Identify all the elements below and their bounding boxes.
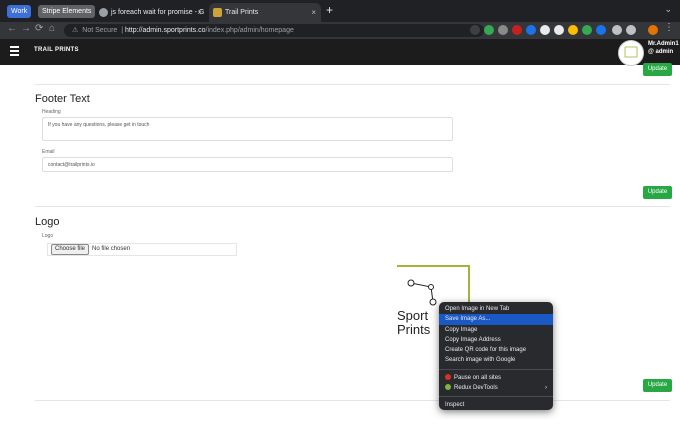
extension-icon[interactable] xyxy=(582,25,592,35)
share-icon[interactable] xyxy=(470,25,480,35)
app-brand: TRAIL PRINTS xyxy=(34,47,79,53)
close-icon[interactable]: × xyxy=(197,3,202,22)
stop-icon xyxy=(445,373,451,380)
update-button[interactable]: Update xyxy=(643,379,672,392)
menu-item-search-google[interactable]: Search image with Google xyxy=(439,355,553,365)
user-name: Mr.Admin1 xyxy=(648,41,679,47)
heading-textarea[interactable]: If you have any questions, please get in… xyxy=(42,117,453,141)
context-menu: Open Image in New Tab Save Image As... C… xyxy=(439,302,553,410)
home-icon[interactable]: ⌂ xyxy=(49,23,55,34)
app-header: TRAIL PRINTS xyxy=(0,39,680,65)
google-favicon-icon xyxy=(99,8,108,17)
forward-icon[interactable]: → xyxy=(21,23,31,34)
email-label: Email xyxy=(42,149,55,155)
sidebar-icon[interactable] xyxy=(626,25,636,35)
browser-menu-icon[interactable]: ⋮ xyxy=(664,22,674,33)
divider xyxy=(35,206,670,207)
logo-preview-image[interactable]: Sport Prints xyxy=(397,309,430,337)
user-handle: @ admin xyxy=(648,49,674,55)
tab-group-stripe-elements[interactable]: Stripe Elements xyxy=(38,5,96,18)
heading-label: Heading xyxy=(42,109,61,115)
menu-item-save-image[interactable]: Save Image As... xyxy=(439,314,553,325)
puzzle-icon[interactable] xyxy=(612,25,622,35)
tab-group-work[interactable]: Work xyxy=(7,5,32,18)
new-tab-button[interactable]: + xyxy=(326,3,333,17)
browser-tab-strip: Work Stripe Elements js foreach wait for… xyxy=(0,0,680,22)
security-status: Not Secure xyxy=(82,27,118,34)
section-title-footer: Footer Text xyxy=(35,93,90,105)
menu-item-create-qr[interactable]: Create QR code for this image xyxy=(439,345,553,355)
profile-avatar-icon[interactable] xyxy=(648,25,658,35)
email-input[interactable]: contact@trailprints.io xyxy=(42,157,453,172)
extension-icon[interactable] xyxy=(498,25,508,35)
tab-title: Trail Prints xyxy=(225,9,259,16)
menu-item-pause-sites[interactable]: Pause on all sites xyxy=(439,373,553,383)
redux-icon xyxy=(445,384,451,391)
logo-label: Logo xyxy=(42,233,54,239)
menu-icon[interactable] xyxy=(10,46,19,58)
menu-item-redux-devtools[interactable]: Redux DevTools › xyxy=(439,383,553,393)
extension-icon[interactable] xyxy=(540,25,550,35)
menu-separator xyxy=(439,396,553,398)
back-icon[interactable]: ← xyxy=(7,23,17,34)
tab-title: js foreach wait for promise - G xyxy=(111,9,205,16)
file-status: No file chosen xyxy=(92,246,131,252)
menu-separator xyxy=(439,368,553,370)
warning-icon[interactable]: ⚠ xyxy=(72,27,78,34)
extension-icon[interactable] xyxy=(554,25,564,35)
menu-item-copy-image[interactable]: Copy Image xyxy=(439,325,553,335)
menu-item-open-image[interactable]: Open Image in New Tab xyxy=(439,304,553,314)
tab-foreach-search[interactable]: js foreach wait for promise - G × xyxy=(95,3,207,22)
section-title-logo: Logo xyxy=(35,216,60,228)
extension-icon[interactable] xyxy=(596,25,606,35)
divider xyxy=(35,84,670,85)
update-button[interactable]: Update xyxy=(643,186,672,199)
reload-icon[interactable]: ⟳ xyxy=(35,23,43,34)
address-bar[interactable]: ⚠ Not Secure | http://admin.sportprints.c… xyxy=(64,24,484,37)
logo-line-1: Sport xyxy=(397,308,429,323)
menu-item-copy-image-address[interactable]: Copy Image Address xyxy=(439,335,553,345)
extension-icon[interactable] xyxy=(568,25,578,35)
browser-toolbar: ← → ⟳ ⌂ ⚠ Not Secure | http://admin.sport… xyxy=(0,22,680,39)
trail-prints-favicon-icon xyxy=(213,8,222,17)
choose-file-button[interactable]: Choose file xyxy=(51,244,90,255)
tab-trail-prints[interactable]: Trail Prints × xyxy=(209,3,321,22)
logo-line-2: Prints xyxy=(397,322,431,337)
user-info[interactable]: Mr.Admin1 @ admin xyxy=(648,40,679,56)
tab-search-icon[interactable]: ⌄ xyxy=(664,4,672,15)
user-avatar[interactable] xyxy=(618,40,644,66)
url-host: http://admin.sportprints.co xyxy=(124,27,206,34)
menu-item-inspect[interactable]: Inspect xyxy=(439,400,553,410)
extension-icon[interactable] xyxy=(512,25,522,35)
extension-icon[interactable] xyxy=(526,25,536,35)
chevron-right-icon: › xyxy=(545,385,547,392)
extension-icon[interactable] xyxy=(484,25,494,35)
logo-file-input[interactable]: Choose file No file chosen xyxy=(47,243,237,256)
url-path: /index.php/admin/homepage xyxy=(205,27,294,34)
trail-prints-logo-icon xyxy=(624,46,638,58)
divider xyxy=(35,400,670,401)
close-icon[interactable]: × xyxy=(311,3,316,22)
update-button[interactable]: Update xyxy=(643,63,672,76)
